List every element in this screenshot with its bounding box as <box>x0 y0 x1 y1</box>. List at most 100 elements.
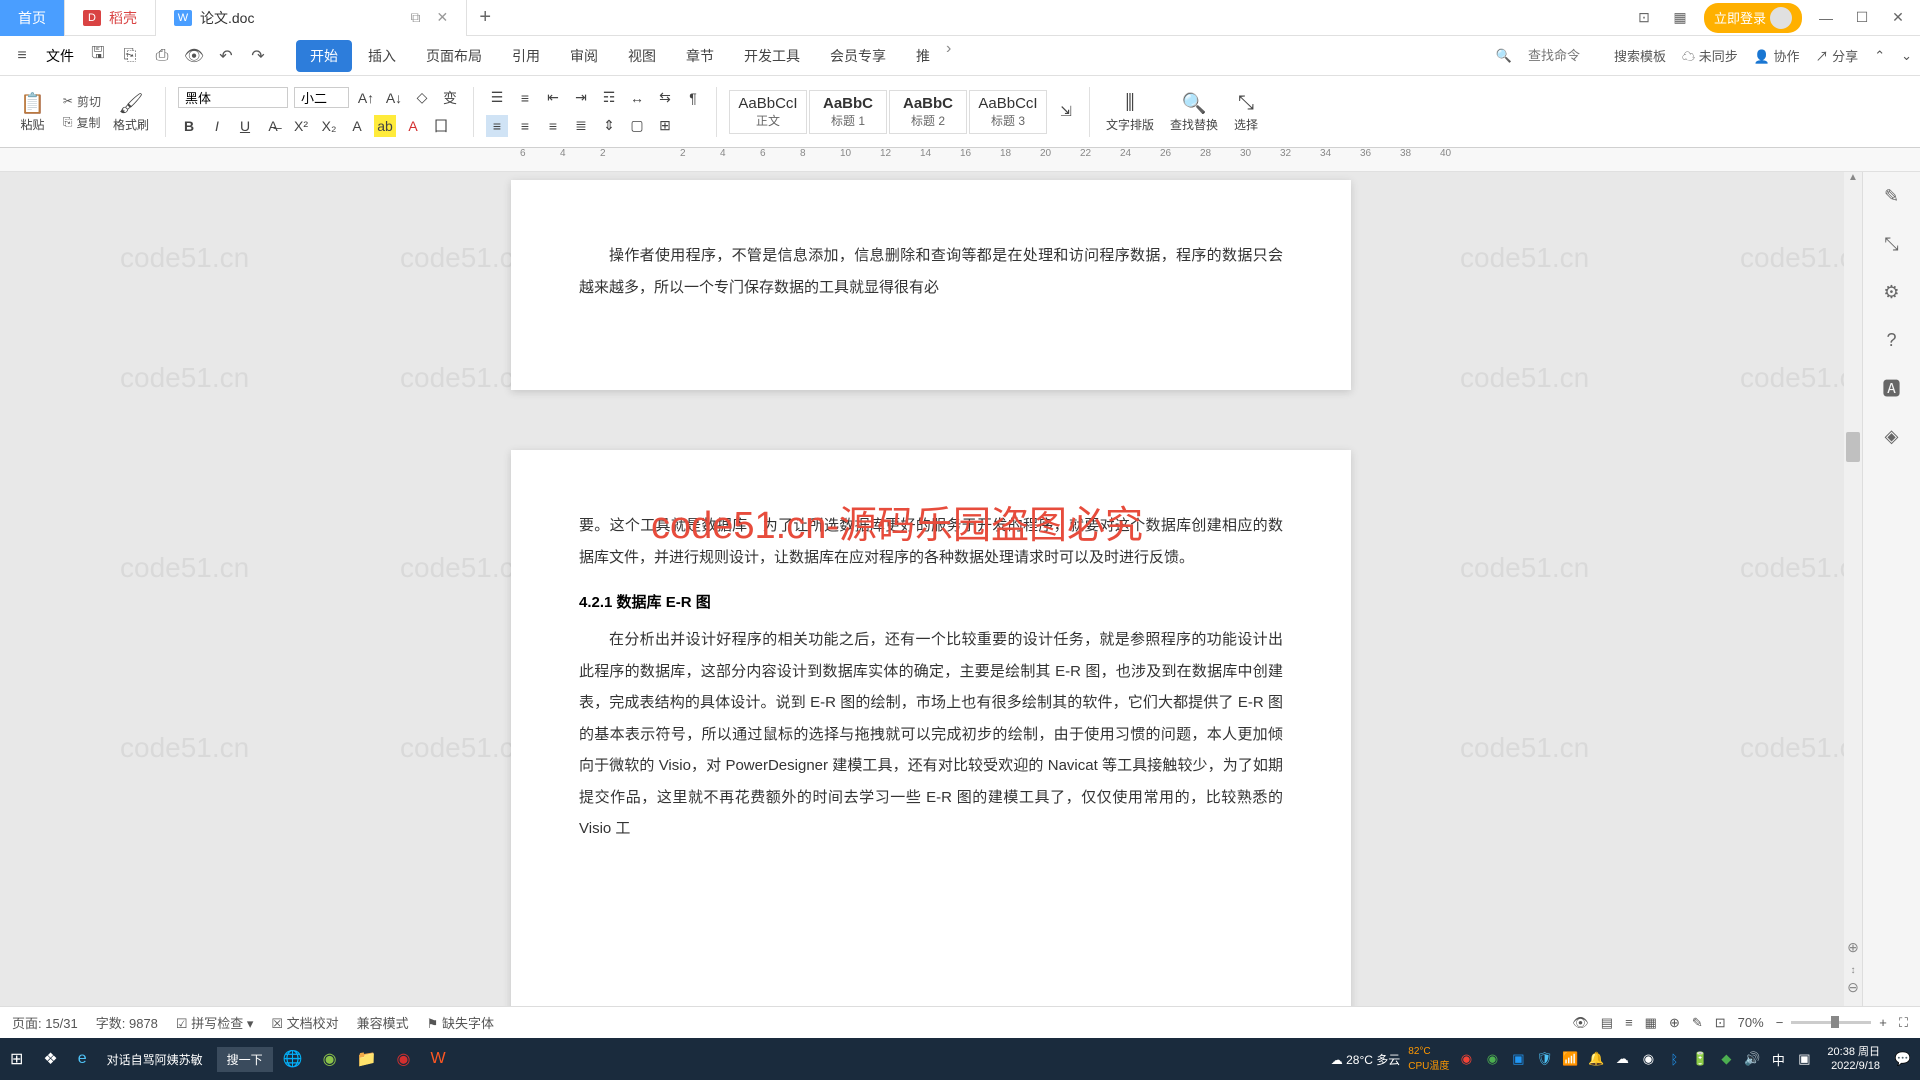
tray-battery-icon[interactable]: 🔋 <box>1691 1050 1709 1068</box>
view-read-icon[interactable]: ⊕ <box>1669 1015 1680 1031</box>
spellcheck-toggle[interactable]: ☑ 拼写检查 ▾ <box>176 1013 253 1032</box>
superscript-button[interactable]: X² <box>290 115 312 137</box>
pencil-icon[interactable]: ✎ <box>1878 182 1906 210</box>
task-app1[interactable]: ❖ <box>33 1038 67 1080</box>
tray-icon[interactable]: ▣ <box>1795 1050 1813 1068</box>
style-normal[interactable]: AaBbCcI正文 <box>729 90 807 134</box>
qat-save-icon[interactable]: 🖫 <box>84 42 112 70</box>
text-effect-button[interactable]: A <box>346 115 368 137</box>
borders-button[interactable]: ⊞ <box>654 115 676 137</box>
tab-devtools[interactable]: 开发工具 <box>730 40 814 72</box>
translate-icon[interactable]: 🅰 <box>1878 374 1906 402</box>
settings-icon[interactable]: ⚙ <box>1878 278 1906 306</box>
tray-icon[interactable]: ◉ <box>1457 1050 1475 1068</box>
doc-paragraph[interactable]: 在分析出并设计好程序的相关功能之后，还有一个比较重要的设计任务，就是参照程序的功… <box>579 624 1283 845</box>
task-wps[interactable]: W <box>420 1038 455 1080</box>
cpu-temp[interactable]: 82°CCPU温度 <box>1408 1046 1449 1072</box>
maximize-button[interactable]: ☐ <box>1850 6 1874 30</box>
select-tool-icon[interactable]: ⤡ <box>1878 230 1906 258</box>
zoom-slider[interactable] <box>1791 1021 1871 1024</box>
qat-print-icon[interactable]: ⎙ <box>148 42 176 70</box>
taskbar-clock[interactable]: 20:38 周日 2022/9/18 <box>1821 1045 1886 1074</box>
line-spacing-button[interactable]: ⇕ <box>598 115 620 137</box>
document-area[interactable]: code51.cn code51.cn code51.cn code51.cn … <box>0 172 1862 1038</box>
tray-bell-icon[interactable]: 🔔 <box>1587 1050 1605 1068</box>
tab-more[interactable]: 推 <box>902 40 944 72</box>
subscript-button[interactable]: X₂ <box>318 115 340 137</box>
tab-document[interactable]: W 论文.doc ⧉ ✕ <box>156 0 467 36</box>
tab-view[interactable]: 视图 <box>614 40 670 72</box>
tray-icon[interactable]: ▣ <box>1509 1050 1527 1068</box>
fullscreen-icon[interactable]: ⛶ <box>1899 1015 1908 1031</box>
style-more-icon[interactable]: ⇲ <box>1055 101 1077 123</box>
task-ie[interactable]: e <box>68 1038 97 1080</box>
shrink-font-icon[interactable]: A↓ <box>383 87 405 109</box>
proofing-button[interactable]: ☒ 文档校对 <box>271 1013 338 1032</box>
style-heading1[interactable]: AaBbC标题 1 <box>809 90 887 134</box>
search-command-input[interactable] <box>1528 48 1598 63</box>
tray-icon[interactable]: ◉ <box>1639 1050 1657 1068</box>
view-outline-icon[interactable]: ≡ <box>1625 1015 1633 1030</box>
help-icon[interactable]: ? <box>1878 326 1906 354</box>
tab-reference[interactable]: 引用 <box>498 40 554 72</box>
search-template[interactable]: 搜索模板 <box>1614 46 1666 65</box>
vertical-scrollbar[interactable]: ▲ ⊕ ↕ ⊖ <box>1844 172 1862 1006</box>
doc-heading[interactable]: 4.2.1 数据库 E-R 图 <box>579 591 1283 612</box>
minimize-button[interactable]: — <box>1814 6 1838 30</box>
zoom-level[interactable]: 70% <box>1738 1015 1764 1030</box>
login-button[interactable]: 立即登录 <box>1704 3 1802 33</box>
copy-button[interactable]: ⎘复制 <box>63 114 101 131</box>
doc-paragraph[interactable]: 操作者使用程序，不管是信息添加，信息删除和查询等都是在处理和访问程序数据，程序的… <box>579 240 1283 303</box>
view-edit-icon[interactable]: ✎ <box>1692 1015 1703 1031</box>
tab-review[interactable]: 审阅 <box>556 40 612 72</box>
bullets-button[interactable]: ☰ <box>486 87 508 109</box>
tab-member[interactable]: 会员专享 <box>816 40 900 72</box>
phonetic-icon[interactable]: 变 <box>439 87 461 109</box>
tab-overflow-icon[interactable]: › <box>946 40 951 72</box>
font-size-select[interactable] <box>294 87 349 108</box>
window-mode-icon[interactable]: ⊡ <box>1632 6 1656 30</box>
bold-button[interactable]: B <box>178 115 200 137</box>
tab-home[interactable]: 首页 <box>0 0 65 36</box>
eye-icon[interactable]: 👁 <box>1572 1015 1589 1031</box>
style-heading2[interactable]: AaBbC标题 2 <box>889 90 967 134</box>
tray-ime-icon[interactable]: 中 <box>1769 1050 1787 1068</box>
file-menu[interactable]: 文件 <box>46 46 74 66</box>
decrease-indent-button[interactable]: ⇤ <box>542 87 564 109</box>
align-center-button[interactable]: ≡ <box>514 115 536 137</box>
tray-icon[interactable]: ◆ <box>1717 1050 1735 1068</box>
numbering-button[interactable]: ≡ <box>514 87 536 109</box>
cut-button[interactable]: ✂剪切 <box>63 93 101 110</box>
align-right-button[interactable]: ≡ <box>542 115 564 137</box>
expand-ribbon-icon[interactable]: ⌄ <box>1901 48 1912 64</box>
format-painter-button[interactable]: 🖌格式刷 <box>109 88 153 135</box>
document-page[interactable]: 操作者使用程序，不管是信息添加，信息删除和查询等都是在处理和访问程序数据，程序的… <box>511 180 1351 390</box>
close-button[interactable]: ✕ <box>1886 6 1910 30</box>
paste-button[interactable]: 📋粘贴 <box>16 88 49 135</box>
word-count[interactable]: 字数: 9878 <box>96 1013 158 1032</box>
share-button[interactable]: ↗ 分享 <box>1816 46 1859 65</box>
zoom-in-button[interactable]: + <box>1879 1015 1887 1030</box>
ruler[interactable]: 642246810121416182022242628303234363840 <box>0 148 1920 172</box>
tab-close-icon[interactable]: ✕ <box>436 9 448 26</box>
zoom-out-button[interactable]: − <box>1776 1015 1784 1030</box>
task-explorer[interactable]: 📁 <box>347 1038 387 1080</box>
clear-format-icon[interactable]: ◇ <box>411 87 433 109</box>
qat-undo-icon[interactable]: ↶ <box>212 42 240 70</box>
tab-button[interactable]: ⇆ <box>654 87 676 109</box>
font-family-select[interactable] <box>178 87 288 108</box>
scrollbar-thumb[interactable] <box>1846 432 1860 462</box>
grow-font-icon[interactable]: A↑ <box>355 87 377 109</box>
qat-preview-icon[interactable]: 👁 <box>180 42 208 70</box>
text-layout-button[interactable]: ⫼文字排版 <box>1102 88 1158 135</box>
tab-section[interactable]: 章节 <box>672 40 728 72</box>
select-button[interactable]: ⤡选择 <box>1230 88 1262 135</box>
tab-popout-icon[interactable]: ⧉ <box>410 9 420 26</box>
view-page-icon[interactable]: ▤ <box>1601 1015 1613 1031</box>
tray-volume-icon[interactable]: 🔊 <box>1743 1050 1761 1068</box>
qat-redo-icon[interactable]: ↷ <box>244 42 272 70</box>
task-edge[interactable]: 🌐 <box>273 1038 313 1080</box>
missing-fonts[interactable]: ⚑ 缺失字体 <box>427 1013 494 1032</box>
underline-button[interactable]: U <box>234 115 256 137</box>
tab-pagelayout[interactable]: 页面布局 <box>412 40 496 72</box>
